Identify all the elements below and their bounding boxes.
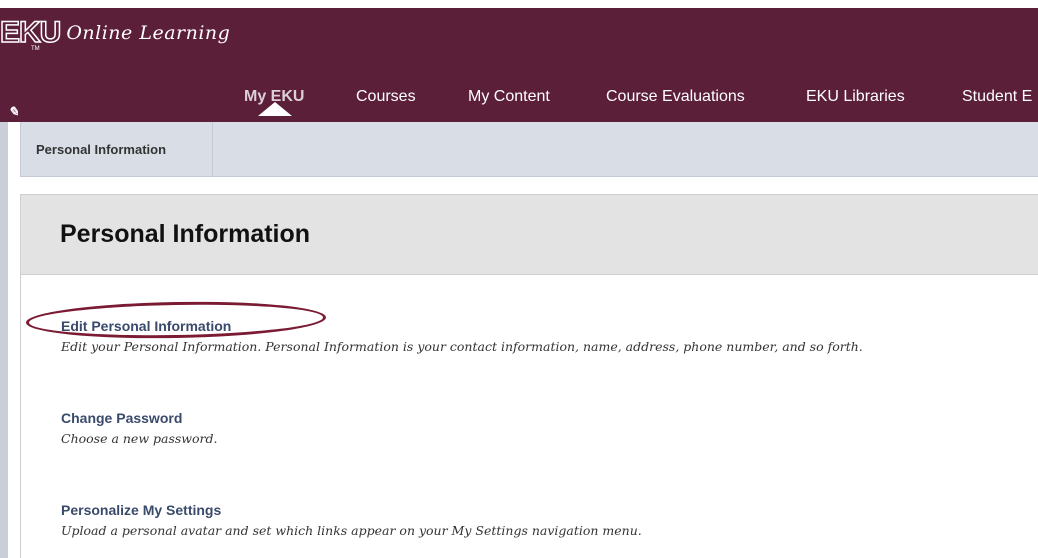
logo-trademark: TM (31, 46, 40, 52)
edit-personal-information-desc: Edit your Personal Information. Personal… (61, 339, 863, 354)
personalize-my-settings-desc: Upload a personal avatar and set which l… (61, 523, 642, 538)
option-edit-personal-information: Edit Personal Information Edit your Pers… (61, 317, 863, 354)
logo-online-learning: Online Learning (66, 22, 231, 44)
eku-logo[interactable]: EKU TM Online Learning (0, 15, 231, 52)
breadcrumb: Personal Information (20, 122, 1038, 177)
logo-eku-mark: EKU (0, 15, 62, 50)
edit-personal-information-link[interactable]: Edit Personal Information (61, 317, 863, 335)
nav-tab-my-content[interactable]: My Content (468, 88, 550, 106)
change-password-link[interactable]: Change Password (61, 409, 217, 427)
top-nav: My EKU Courses My Content Course Evaluat… (0, 78, 1038, 122)
left-edge-strip (0, 122, 8, 558)
panel-header: Personal Information (21, 195, 1038, 275)
nav-tab-eku-libraries[interactable]: EKU Libraries (806, 88, 905, 106)
site-header: EKU TM Online Learning My EKU Courses My… (0, 0, 1038, 122)
breadcrumb-personal-information[interactable]: Personal Information (21, 122, 213, 176)
option-change-password: Change Password Choose a new password. (61, 409, 217, 446)
active-tab-caret-icon (258, 102, 292, 116)
content-panel: Personal Information Edit Personal Infor… (20, 194, 1038, 558)
nav-tab-student[interactable]: Student E (962, 88, 1032, 106)
option-personalize-my-settings: Personalize My Settings Upload a persona… (61, 501, 642, 538)
personalize-my-settings-link[interactable]: Personalize My Settings (61, 501, 642, 519)
nav-tab-course-evaluations[interactable]: Course Evaluations (606, 88, 745, 106)
nav-tab-courses[interactable]: Courses (356, 88, 416, 106)
page-title: Personal Information (60, 220, 311, 248)
change-password-desc: Choose a new password. (61, 431, 218, 446)
pencil-icon[interactable]: ✎ (8, 104, 19, 120)
